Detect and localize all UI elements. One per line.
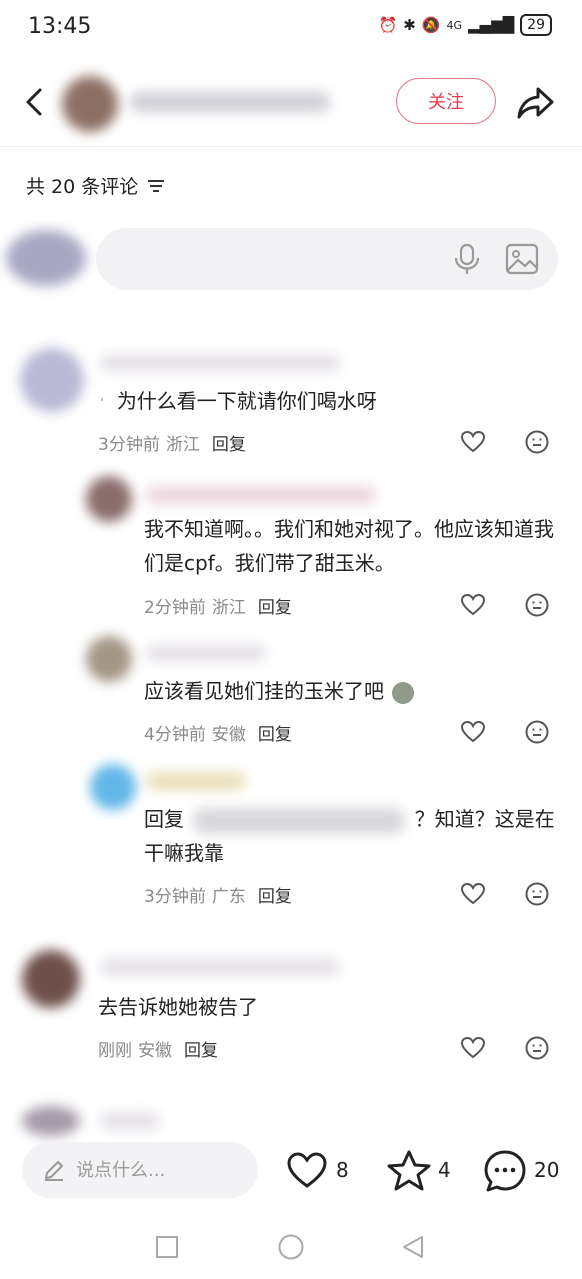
like-icon[interactable] — [460, 1035, 486, 1061]
comment-time: 3分钟前 — [144, 887, 206, 907]
bottom-action-bar: 说点什么... 8 4 20 — [0, 1140, 582, 1202]
reply-button[interactable]: 回复 — [258, 882, 292, 907]
comment-meta: 刚刚 安徽 回复 — [98, 1036, 218, 1061]
comment-time: 3分钟前 — [98, 435, 160, 455]
comment-meta: 3分钟前 浙江 回复 — [98, 430, 246, 455]
comment-input-row — [0, 228, 560, 290]
post-header: 关注 — [0, 60, 582, 150]
reply-button[interactable]: 回复 — [258, 593, 292, 618]
microphone-icon[interactable] — [450, 242, 484, 276]
say-something-placeholder: 说点什么... — [76, 1160, 166, 1181]
emoji-icon[interactable] — [524, 881, 550, 907]
sort-icon[interactable] — [146, 178, 166, 194]
comment-time: 4分钟前 — [144, 725, 206, 745]
commenter-name[interactable] — [100, 958, 340, 976]
commenter-name[interactable] — [146, 486, 376, 504]
comment-text: ʻ 为什么看一下就请你们喝水呀 — [100, 389, 377, 413]
status-icons: ⏰ ✱ 🔕 4G ▂▄▆█ 29 — [379, 14, 552, 36]
pen-icon — [45, 1161, 63, 1181]
author-name[interactable] — [130, 92, 330, 112]
comment-region: 安徽 — [211, 725, 246, 745]
commenter-avatar[interactable] — [86, 476, 132, 522]
reply-item: 我不知道啊。。我们和她对视了。他应该知道我们是cpf。我们带了甜玉米。 2分钟前… — [0, 468, 582, 628]
comment-text: 我不知道啊。。我们和她对视了。他应该知道我们是cpf。我们带了甜玉米。 — [144, 517, 554, 575]
system-nav-bar — [0, 1222, 582, 1272]
comment-total-count: 20 — [534, 1158, 560, 1182]
star-count: 4 — [438, 1158, 451, 1182]
commenter-avatar[interactable] — [22, 950, 80, 1008]
comment-item: 去告诉她她被告了 刚刚 安徽 回复 — [0, 944, 582, 1074]
back-icon[interactable] — [16, 82, 56, 122]
comment-meta: 4分钟前 安徽 回复 — [144, 720, 292, 745]
recent-apps-icon[interactable] — [154, 1234, 180, 1260]
comment-time: 2分钟前 — [144, 598, 206, 618]
comment-count-label: 共 20 条评论 — [26, 176, 139, 198]
mentioned-user[interactable] — [194, 807, 405, 834]
alarm-icon: ⏰ — [378, 16, 398, 34]
sticker-emoji-icon — [392, 681, 415, 704]
user-avatar — [6, 230, 86, 286]
reply-button[interactable]: 回复 — [258, 720, 292, 745]
commenter-avatar[interactable] — [86, 636, 132, 682]
emoji-icon[interactable] — [524, 429, 550, 455]
like-icon[interactable] — [286, 1150, 328, 1192]
share-icon[interactable] — [514, 80, 558, 124]
comment-region: 浙江 — [211, 598, 246, 618]
star-icon[interactable] — [386, 1148, 432, 1194]
status-bar: 13:45 ⏰ ✱ 🔕 4G ▂▄▆█ 29 — [0, 0, 582, 56]
battery-indicator: 29 — [520, 14, 552, 36]
status-time: 13:45 — [28, 14, 92, 39]
like-icon[interactable] — [460, 719, 486, 745]
mute-icon: 🔕 — [421, 16, 441, 34]
reply-item: 应该看见她们挂的玉米了吧 4分钟前 安徽 回复 — [0, 630, 582, 754]
back-nav-icon[interactable] — [400, 1234, 426, 1260]
comment-region: 浙江 — [165, 435, 200, 455]
comment-time: 刚刚 — [98, 1041, 132, 1061]
commenter-avatar[interactable] — [22, 1106, 80, 1136]
image-icon[interactable] — [504, 242, 540, 276]
comment-text: 应该看见她们挂的玉米了吧 — [144, 674, 415, 708]
comment-region: 安徽 — [138, 1041, 172, 1061]
network-label: 4G — [446, 18, 463, 32]
home-icon[interactable] — [276, 1232, 306, 1262]
author-avatar[interactable] — [62, 76, 118, 132]
comment-meta: 2分钟前 浙江 回复 — [144, 593, 292, 618]
comment-item: ʻ 为什么看一下就请你们喝水呀 3分钟前 浙江 回复 — [0, 338, 582, 468]
reply-button[interactable]: 回复 — [184, 1036, 218, 1061]
emoji-icon[interactable] — [524, 719, 550, 745]
commenter-name[interactable] — [100, 354, 340, 372]
header-divider — [0, 146, 582, 147]
commenter-avatar[interactable] — [20, 348, 84, 412]
comment-input[interactable] — [96, 228, 558, 290]
like-icon[interactable] — [460, 429, 486, 455]
comment-region: 广东 — [211, 887, 246, 907]
emoji-icon[interactable] — [524, 592, 550, 618]
commenter-name[interactable] — [146, 772, 246, 790]
commenter-name[interactable] — [146, 644, 266, 662]
follow-button[interactable]: 关注 — [396, 78, 496, 124]
comment-text: 回复 ？知道？这是在干嘛我靠 — [144, 807, 555, 865]
reply-item: 回复 ？知道？这是在干嘛我靠 3分钟前 广东 回复 — [0, 758, 582, 918]
comment-count[interactable]: 共 20 条评论 — [26, 172, 166, 199]
like-count: 8 — [336, 1158, 349, 1182]
like-icon[interactable] — [460, 881, 486, 907]
commenter-name[interactable] — [100, 1112, 160, 1130]
emoji-icon[interactable] — [524, 1035, 550, 1061]
comment-meta: 3分钟前 广东 回复 — [144, 882, 292, 907]
bluetooth-icon: ✱ — [403, 16, 416, 34]
reply-button[interactable]: 回复 — [212, 430, 246, 455]
comment-bubble-icon[interactable] — [482, 1148, 528, 1194]
commenter-avatar[interactable] — [90, 764, 136, 810]
signal-icon: ▂▄▆█ — [468, 16, 515, 34]
comment-text: 去告诉她她被告了 — [98, 995, 258, 1019]
like-icon[interactable] — [460, 592, 486, 618]
